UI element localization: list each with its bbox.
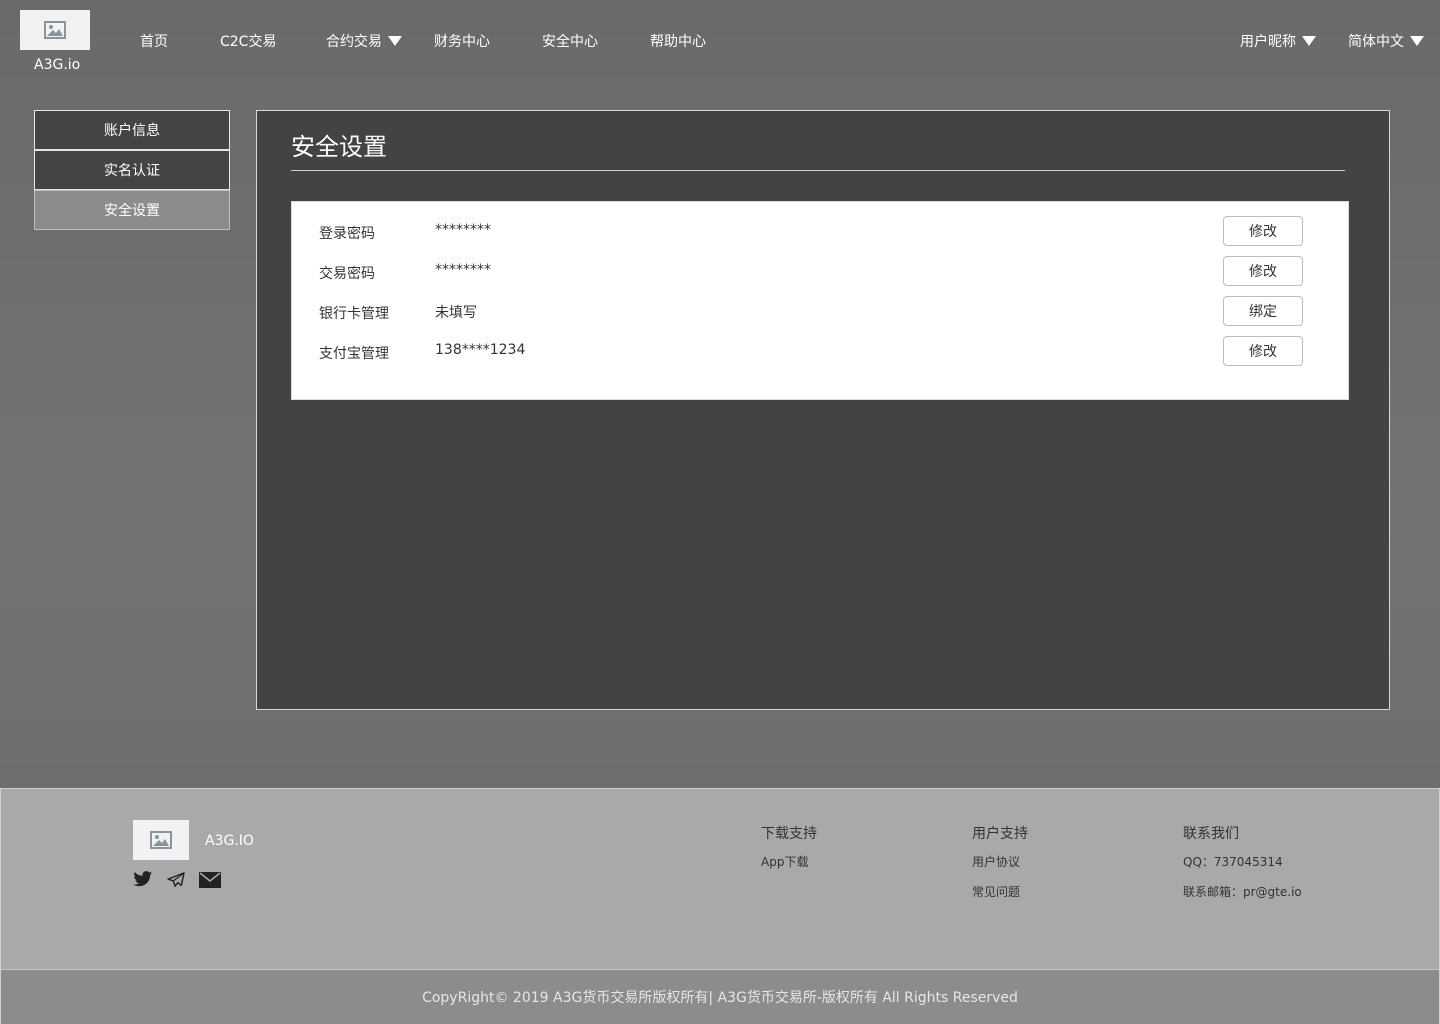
chevron-down-icon: [388, 36, 402, 46]
bind-bank-card-button[interactable]: 绑定: [1223, 296, 1303, 326]
modify-alipay-button[interactable]: 修改: [1223, 336, 1303, 366]
footer-col-title-user-support: 用户支持: [972, 826, 1028, 842]
settings-row-trade-password: 交易密码 ******** 修改: [292, 256, 1348, 286]
row-value: 138****1234: [435, 342, 526, 358]
nav-label: 财务中心: [434, 34, 490, 50]
footer-col-title-contact: 联系我们: [1183, 826, 1239, 842]
security-settings-panel: 安全设置 登录密码 ******** 修改 交易密码 ******** 修改 银…: [256, 110, 1390, 710]
chevron-down-icon: [1410, 36, 1424, 46]
nav-label: 首页: [140, 34, 168, 50]
sidebar-item-real-name-auth[interactable]: 实名认证: [34, 150, 230, 190]
row-value: ********: [435, 222, 491, 238]
sidebar-item-security-settings[interactable]: 安全设置: [34, 190, 230, 230]
row-label: 银行卡管理: [319, 306, 389, 322]
copyright-text: CopyRight© 2019 A3G货币交易所版权所有| A3G货币交易所-版…: [422, 990, 1018, 1006]
twitter-icon[interactable]: [133, 871, 153, 892]
nav-c2c[interactable]: C2C交易: [220, 31, 276, 51]
row-label: 交易密码: [319, 266, 375, 282]
modify-login-password-button[interactable]: 修改: [1223, 216, 1303, 246]
logo-text[interactable]: A3G.io: [34, 57, 80, 73]
row-label: 登录密码: [319, 226, 375, 242]
nav-security[interactable]: 安全中心: [542, 31, 598, 51]
footer-brand: A3G.IO: [205, 833, 254, 849]
footer-link-app-download[interactable]: App下载: [761, 853, 808, 870]
sidebar-item-label: 实名认证: [104, 163, 160, 179]
nav-contract-trading[interactable]: 合约交易: [326, 31, 402, 51]
security-settings-card: 登录密码 ******** 修改 交易密码 ******** 修改 银行卡管理 …: [291, 201, 1349, 400]
modify-trade-password-button[interactable]: 修改: [1223, 256, 1303, 286]
footer-contact-email[interactable]: 联系邮箱：pr@gte.io: [1183, 883, 1302, 900]
user-menu[interactable]: 用户昵称: [1240, 31, 1316, 51]
row-value: 未填写: [435, 305, 477, 321]
footer-col-title-download: 下载支持: [761, 826, 817, 842]
settings-row-login-password: 登录密码 ******** 修改: [292, 216, 1348, 246]
nav-help[interactable]: 帮助中心: [650, 31, 706, 51]
page-title: 安全设置: [291, 133, 387, 161]
language-select[interactable]: 简体中文: [1348, 31, 1424, 51]
user-nickname: 用户昵称: [1240, 34, 1296, 50]
language-label: 简体中文: [1348, 34, 1404, 50]
settings-row-bank-card: 银行卡管理 未填写 绑定: [292, 296, 1348, 326]
email-icon[interactable]: [199, 871, 221, 892]
sidebar-item-label: 账户信息: [104, 123, 160, 139]
nav-finance[interactable]: 财务中心: [434, 31, 490, 51]
footer-link-user-agreement[interactable]: 用户协议: [972, 853, 1020, 870]
nav-label: 安全中心: [542, 34, 598, 50]
copyright-bar: CopyRight© 2019 A3G货币交易所版权所有| A3G货币交易所-版…: [1, 969, 1439, 1024]
sidebar-item-account-info[interactable]: 账户信息: [34, 110, 230, 150]
settings-row-alipay: 支付宝管理 138****1234 修改: [292, 336, 1348, 366]
nav-label: 帮助中心: [650, 34, 706, 50]
row-label: 支付宝管理: [319, 346, 389, 362]
telegram-icon[interactable]: [167, 871, 185, 892]
divider: [291, 170, 1345, 171]
chevron-down-icon: [1302, 36, 1316, 46]
nav-label: C2C交易: [220, 34, 277, 50]
nav-label: 合约交易: [326, 34, 382, 50]
site-footer: A3G.IO 下载支持 App下载 用户支持 用户协议 常见问题 联系我们 QQ…: [0, 788, 1440, 1024]
social-links: [133, 871, 221, 892]
nav-home[interactable]: 首页: [140, 31, 168, 51]
sidebar-item-label: 安全设置: [104, 203, 160, 219]
logo-image-icon[interactable]: [20, 10, 90, 50]
row-value: ********: [435, 262, 491, 278]
footer-contact-qq[interactable]: QQ：737045314: [1183, 853, 1283, 870]
footer-logo-image-icon[interactable]: [133, 820, 189, 860]
footer-link-faq[interactable]: 常见问题: [972, 883, 1020, 900]
